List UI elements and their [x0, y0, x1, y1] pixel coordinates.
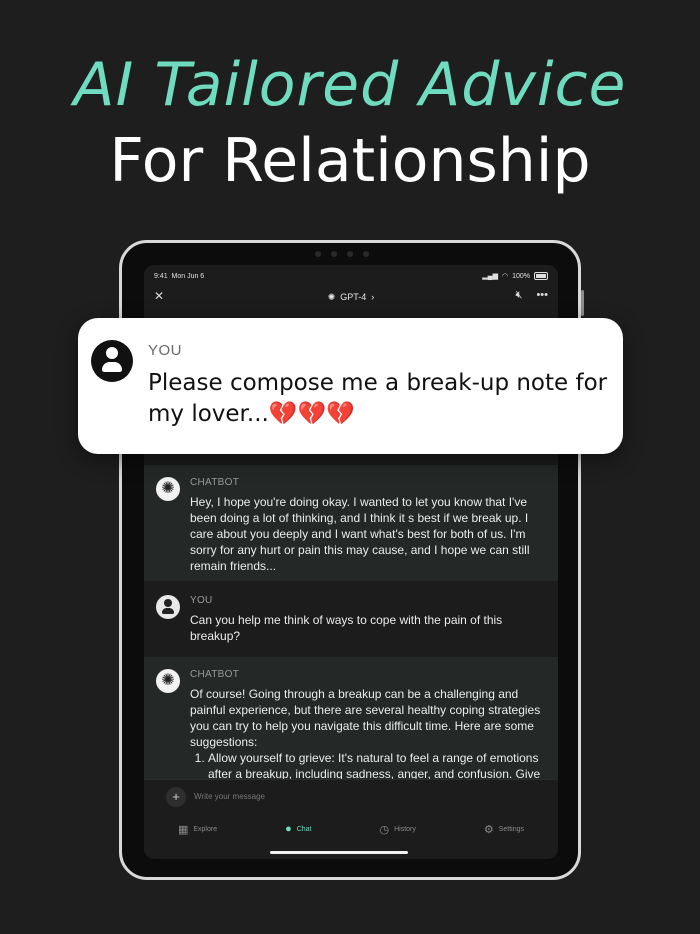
add-attachment-button[interactable]: + [166, 786, 186, 807]
suggestion-list: Allow yourself to grieve: It's natural t… [190, 750, 544, 779]
battery-label: 100% [512, 272, 530, 280]
message-chatbot: ✺ CHATBOT Hey, I hope you're doing okay.… [144, 465, 558, 581]
message-text: Can you help me think of ways to cope wi… [190, 613, 503, 643]
message-input[interactable]: Write your message [194, 792, 265, 801]
tab-settings[interactable]: ⚙ Settings [484, 823, 524, 836]
home-indicator [270, 851, 408, 854]
tab-label: Explore [193, 825, 218, 833]
chat-icon: ● [285, 823, 292, 835]
tab-label: History [394, 825, 416, 833]
user-avatar-icon [156, 595, 180, 619]
openai-icon: ✺ [327, 291, 336, 302]
message-role: CHATBOT [190, 477, 240, 488]
status-bar: 9:41 Mon Jun 6 ▂▄▆ ◠ 100% [154, 269, 548, 283]
user-avatar-icon [91, 340, 133, 382]
model-selector[interactable]: ✺ GPT-4 › [328, 292, 375, 303]
chat-topbar: ✕ ✺ GPT-4 › 🔇︎ ••• [144, 283, 558, 311]
wifi-icon: ◠ [501, 273, 509, 280]
message-composer: + Write your message [144, 779, 558, 813]
message-user: YOU Can you help me think of ways to cop… [144, 583, 558, 655]
signal-icon: ▂▄▆ [482, 273, 498, 280]
tab-label: Chat [296, 825, 312, 833]
status-date: Mon Jun 6 [171, 272, 205, 280]
headline-title: AI Tailored Advice [73, 50, 627, 120]
chatbot-avatar-icon: ✺ [156, 477, 180, 501]
tab-chat[interactable]: ● Chat [285, 823, 311, 835]
device-side-button [581, 290, 584, 316]
camera-bar [272, 249, 412, 259]
grid-icon: ▦ [177, 823, 189, 836]
list-item: Allow yourself to grieve: It's natural t… [208, 750, 544, 779]
headline-subtitle: For Relationship [109, 126, 591, 196]
gear-icon: ⚙ [483, 823, 494, 836]
message-role: YOU [190, 595, 213, 606]
tab-history[interactable]: ◷ History [379, 823, 415, 836]
mute-speaker-icon[interactable]: 🔇︎ [516, 289, 523, 302]
chatbot-avatar-icon: ✺ [156, 669, 180, 693]
highlighted-user-message: YOU Please compose me a break-up note fo… [78, 318, 623, 454]
chevron-right-icon: › [371, 292, 375, 302]
clock-icon: ◷ [379, 823, 390, 836]
bottom-tab-bar: ▦ Explore ● Chat ◷ History ⚙ Settings [144, 815, 558, 843]
message-role: YOU [148, 342, 183, 359]
message-role: CHATBOT [190, 669, 240, 680]
message-chatbot: ✺ CHATBOT Of course! Going through a bre… [144, 657, 558, 779]
battery-icon [534, 272, 548, 280]
tab-explore[interactable]: ▦ Explore [178, 823, 217, 836]
more-icon[interactable]: ••• [536, 289, 548, 302]
message-text: Of course! Going through a breakup can b… [190, 687, 541, 749]
tab-label: Settings [498, 825, 524, 833]
status-time: 9:41 [154, 272, 168, 280]
model-label: GPT-4 [340, 292, 367, 302]
message-text: Please compose me a break-up note for my… [148, 370, 608, 427]
close-icon[interactable]: ✕ [154, 289, 164, 303]
message-text: Hey, I hope you're doing okay. I wanted … [190, 495, 530, 573]
